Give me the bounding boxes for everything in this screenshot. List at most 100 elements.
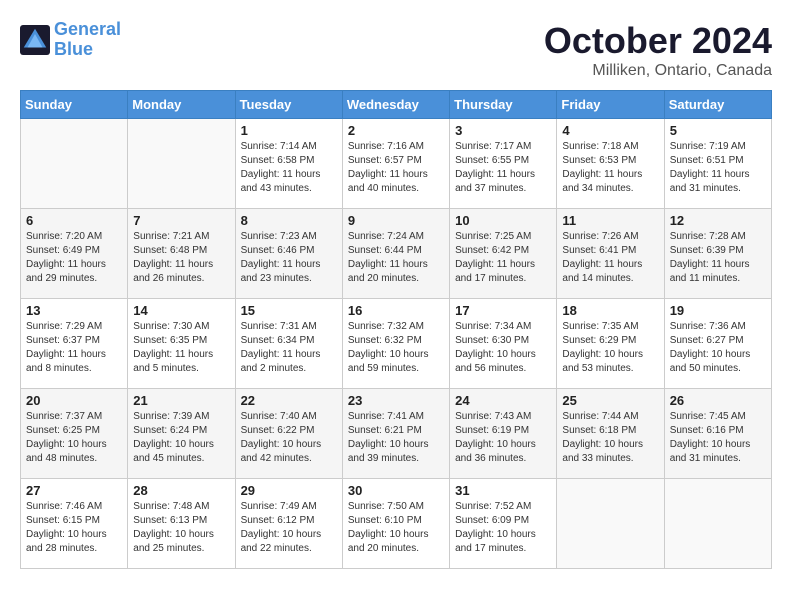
day-cell: 10 Sunrise: 7:25 AM Sunset: 6:42 PM Dayli…: [450, 209, 557, 299]
day-cell: 15Sunrise: 7:31 AM Sunset: 6:34 PM Dayli…: [235, 299, 342, 389]
day-info: Sunrise: 7:26 AM Sunset: 6:41 PM Dayligh…: [562, 230, 658, 286]
day-cell: 11 Sunrise: 7:26 AM Sunset: 6:41 PM Dayli…: [557, 209, 664, 299]
day-number: 3: [455, 123, 551, 138]
calendar-subtitle: Milliken, Ontario, Canada: [544, 62, 772, 80]
day-number: 11: [562, 213, 658, 228]
day-info: Sunrise: 7:41 AM Sunset: 6:21 PM Dayligh…: [348, 410, 444, 466]
day-cell: 23Sunrise: 7:41 AM Sunset: 6:21 PM Dayli…: [342, 389, 449, 479]
day-number: 19: [670, 303, 766, 318]
week-row-1: 6Sunrise: 7:20 AM Sunset: 6:49 PM Daylig…: [21, 209, 772, 299]
day-number: 16: [348, 303, 444, 318]
day-number: 2: [348, 123, 444, 138]
day-number: 21: [133, 393, 229, 408]
day-cell: 18 Sunrise: 7:35 AM Sunset: 6:29 PM Dayli…: [557, 299, 664, 389]
day-info: Sunrise: 7:34 AM Sunset: 6:30 PM Dayligh…: [455, 320, 551, 376]
day-info: Sunrise: 7:32 AM Sunset: 6:32 PM Dayligh…: [348, 320, 444, 376]
logo-line1: General: [54, 19, 121, 39]
calendar-header: SundayMondayTuesdayWednesdayThursdayFrid…: [21, 91, 772, 119]
day-cell: 31 Sunrise: 7:52 AM Sunset: 6:09 PM Dayli…: [450, 479, 557, 569]
day-cell: 24 Sunrise: 7:43 AM Sunset: 6:19 PM Dayli…: [450, 389, 557, 479]
day-info: Sunrise: 7:28 AM Sunset: 6:39 PM Dayligh…: [670, 230, 766, 286]
day-cell: 9Sunrise: 7:24 AM Sunset: 6:44 PM Daylig…: [342, 209, 449, 299]
calendar-body: 1Sunrise: 7:14 AM Sunset: 6:58 PM Daylig…: [21, 119, 772, 569]
logo: General Blue: [20, 20, 121, 60]
day-info: Sunrise: 7:23 AM Sunset: 6:46 PM Dayligh…: [241, 230, 337, 286]
day-number: 25: [562, 393, 658, 408]
day-cell: 16 Sunrise: 7:32 AM Sunset: 6:32 PM Dayli…: [342, 299, 449, 389]
day-info: Sunrise: 7:43 AM Sunset: 6:19 PM Dayligh…: [455, 410, 551, 466]
day-info: Sunrise: 7:31 AM Sunset: 6:34 PM Dayligh…: [241, 320, 337, 376]
day-info: Sunrise: 7:35 AM Sunset: 6:29 PM Dayligh…: [562, 320, 658, 376]
day-info: Sunrise: 7:21 AM Sunset: 6:48 PM Dayligh…: [133, 230, 229, 286]
day-cell: 2 Sunrise: 7:16 AM Sunset: 6:57 PM Daylig…: [342, 119, 449, 209]
day-cell: 17 Sunrise: 7:34 AM Sunset: 6:30 PM Dayli…: [450, 299, 557, 389]
day-info: Sunrise: 7:30 AM Sunset: 6:35 PM Dayligh…: [133, 320, 229, 376]
title-area: October 2024 Milliken, Ontario, Canada: [544, 20, 772, 80]
day-cell: 21 Sunrise: 7:39 AM Sunset: 6:24 PM Dayli…: [128, 389, 235, 479]
day-cell: [21, 119, 128, 209]
day-info: Sunrise: 7:14 AM Sunset: 6:58 PM Dayligh…: [241, 140, 337, 196]
day-info: Sunrise: 7:39 AM Sunset: 6:24 PM Dayligh…: [133, 410, 229, 466]
day-cell: 3 Sunrise: 7:17 AM Sunset: 6:55 PM Daylig…: [450, 119, 557, 209]
header-cell-thursday: Thursday: [450, 91, 557, 119]
day-info: Sunrise: 7:19 AM Sunset: 6:51 PM Dayligh…: [670, 140, 766, 196]
week-row-4: 27Sunrise: 7:46 AM Sunset: 6:15 PM Dayli…: [21, 479, 772, 569]
day-info: Sunrise: 7:49 AM Sunset: 6:12 PM Dayligh…: [241, 500, 337, 556]
day-number: 31: [455, 483, 551, 498]
day-number: 29: [241, 483, 337, 498]
day-cell: 13 Sunrise: 7:29 AM Sunset: 6:37 PM Dayli…: [21, 299, 128, 389]
day-cell: 28Sunrise: 7:48 AM Sunset: 6:13 PM Dayli…: [128, 479, 235, 569]
day-cell: 22 Sunrise: 7:40 AM Sunset: 6:22 PM Dayli…: [235, 389, 342, 479]
calendar-title: October 2024: [544, 20, 772, 62]
day-number: 8: [241, 213, 337, 228]
day-info: Sunrise: 7:16 AM Sunset: 6:57 PM Dayligh…: [348, 140, 444, 196]
header-cell-friday: Friday: [557, 91, 664, 119]
week-row-0: 1Sunrise: 7:14 AM Sunset: 6:58 PM Daylig…: [21, 119, 772, 209]
day-number: 26: [670, 393, 766, 408]
day-info: Sunrise: 7:24 AM Sunset: 6:44 PM Dayligh…: [348, 230, 444, 286]
day-number: 13: [26, 303, 122, 318]
day-cell: 5 Sunrise: 7:19 AM Sunset: 6:51 PM Daylig…: [664, 119, 771, 209]
day-number: 18: [562, 303, 658, 318]
day-info: Sunrise: 7:44 AM Sunset: 6:18 PM Dayligh…: [562, 410, 658, 466]
day-number: 22: [241, 393, 337, 408]
day-cell: 27Sunrise: 7:46 AM Sunset: 6:15 PM Dayli…: [21, 479, 128, 569]
day-info: Sunrise: 7:17 AM Sunset: 6:55 PM Dayligh…: [455, 140, 551, 196]
day-info: Sunrise: 7:50 AM Sunset: 6:10 PM Dayligh…: [348, 500, 444, 556]
day-number: 5: [670, 123, 766, 138]
day-number: 4: [562, 123, 658, 138]
day-info: Sunrise: 7:29 AM Sunset: 6:37 PM Dayligh…: [26, 320, 122, 376]
week-row-2: 13 Sunrise: 7:29 AM Sunset: 6:37 PM Dayli…: [21, 299, 772, 389]
header-row: SundayMondayTuesdayWednesdayThursdayFrid…: [21, 91, 772, 119]
day-cell: 7 Sunrise: 7:21 AM Sunset: 6:48 PM Daylig…: [128, 209, 235, 299]
calendar-table: SundayMondayTuesdayWednesdayThursdayFrid…: [20, 90, 772, 569]
day-cell: 19Sunrise: 7:36 AM Sunset: 6:27 PM Dayli…: [664, 299, 771, 389]
day-cell: 4Sunrise: 7:18 AM Sunset: 6:53 PM Daylig…: [557, 119, 664, 209]
week-row-3: 20Sunrise: 7:37 AM Sunset: 6:25 PM Dayli…: [21, 389, 772, 479]
day-number: 12: [670, 213, 766, 228]
day-cell: [128, 119, 235, 209]
day-info: Sunrise: 7:25 AM Sunset: 6:42 PM Dayligh…: [455, 230, 551, 286]
day-cell: 29 Sunrise: 7:49 AM Sunset: 6:12 PM Dayli…: [235, 479, 342, 569]
day-number: 24: [455, 393, 551, 408]
day-cell: [557, 479, 664, 569]
day-info: Sunrise: 7:52 AM Sunset: 6:09 PM Dayligh…: [455, 500, 551, 556]
day-info: Sunrise: 7:37 AM Sunset: 6:25 PM Dayligh…: [26, 410, 122, 466]
day-number: 14: [133, 303, 229, 318]
day-number: 10: [455, 213, 551, 228]
logo-icon: [20, 25, 50, 55]
day-cell: [664, 479, 771, 569]
header: General Blue October 2024 Milliken, Onta…: [20, 20, 772, 80]
header-cell-monday: Monday: [128, 91, 235, 119]
header-cell-tuesday: Tuesday: [235, 91, 342, 119]
day-cell: 14 Sunrise: 7:30 AM Sunset: 6:35 PM Dayli…: [128, 299, 235, 389]
day-number: 17: [455, 303, 551, 318]
header-cell-saturday: Saturday: [664, 91, 771, 119]
day-number: 7: [133, 213, 229, 228]
day-info: Sunrise: 7:46 AM Sunset: 6:15 PM Dayligh…: [26, 500, 122, 556]
day-number: 30: [348, 483, 444, 498]
day-cell: 8 Sunrise: 7:23 AM Sunset: 6:46 PM Daylig…: [235, 209, 342, 299]
day-cell: 25 Sunrise: 7:44 AM Sunset: 6:18 PM Dayli…: [557, 389, 664, 479]
day-info: Sunrise: 7:45 AM Sunset: 6:16 PM Dayligh…: [670, 410, 766, 466]
day-info: Sunrise: 7:40 AM Sunset: 6:22 PM Dayligh…: [241, 410, 337, 466]
